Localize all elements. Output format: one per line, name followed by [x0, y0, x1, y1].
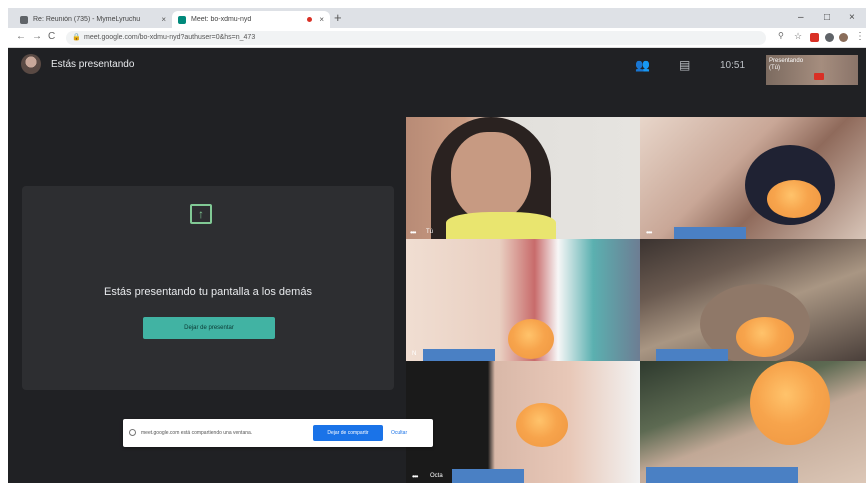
browser-window: Re: Reunión (735) - MymeLyruchu × Meet: …: [8, 8, 866, 483]
address-bar[interactable]: 🔒 meet.google.com/bo-xdmu-nyd?authuser=0…: [66, 31, 766, 45]
maximize-button[interactable]: □: [824, 12, 830, 23]
bookmark-star-icon[interactable]: ☆: [794, 31, 802, 42]
stop-sharing-button[interactable]: Dejar de compartir: [313, 425, 383, 441]
present-screen-icon: ↑: [190, 204, 212, 224]
presenting-title: Estás presentando: [51, 59, 135, 70]
participant-tile[interactable]: •••: [640, 117, 866, 239]
participant-name: Tú: [426, 229, 434, 235]
screen-share-notification: meet.google.com está compartiendo una ve…: [123, 419, 433, 447]
blurred-face: [750, 361, 830, 445]
navigation-bar: ← → C 🔒 meet.google.com/bo-xdmu-nyd?auth…: [8, 28, 866, 48]
redacted-name: [646, 467, 798, 483]
back-button[interactable]: ←: [16, 31, 26, 42]
presenting-message: Estás presentando tu pantalla a los demá…: [104, 286, 312, 298]
participant-scarf: [446, 212, 556, 239]
mail-favicon-icon: [20, 15, 28, 24]
audio-level-icon: •••: [410, 228, 416, 237]
url-text: meet.google.com/bo-xdmu-nyd?authuser=0&h…: [84, 34, 256, 41]
chat-icon[interactable]: ▤: [679, 58, 690, 72]
key-icon[interactable]: ⚲: [778, 31, 784, 40]
browser-tab-meet[interactable]: Meet: bo-xdmu-nyd ×: [172, 11, 330, 28]
self-preview[interactable]: Presentando (Tú): [766, 55, 858, 85]
new-tab-button[interactable]: +: [334, 11, 342, 24]
participant-tile[interactable]: ••• Tú: [406, 117, 640, 239]
redacted-name: [423, 349, 495, 361]
participant-name: N: [412, 351, 417, 357]
info-icon: [129, 429, 136, 436]
menu-kebab-icon[interactable]: ⋮: [855, 31, 865, 42]
extension-icon[interactable]: [825, 33, 834, 42]
participant-tile[interactable]: [640, 361, 866, 483]
recording-indicator-icon: [307, 17, 313, 22]
hide-notice-link[interactable]: Ocultar: [391, 430, 407, 436]
lock-icon: 🔒: [72, 34, 81, 41]
meet-favicon-icon: [178, 15, 186, 24]
blurred-face: [516, 403, 568, 447]
extension-icon[interactable]: [810, 33, 819, 42]
tab-title: Meet: bo-xdmu-nyd: [191, 16, 252, 23]
participant-tile[interactable]: ••• Octa: [406, 361, 640, 483]
tab-title: Re: Reunión (735) - MymeLyruchu: [33, 16, 141, 23]
self-preview-label: Presentando (Tú): [769, 58, 804, 71]
forward-button[interactable]: →: [32, 31, 42, 42]
participant-tile[interactable]: N: [406, 239, 640, 361]
profile-avatar-icon[interactable]: [839, 33, 848, 42]
participant-face: [451, 132, 531, 222]
participant-tile[interactable]: [640, 239, 866, 361]
clock: 10:51: [720, 60, 746, 71]
tab-strip: Re: Reunión (735) - MymeLyruchu × Meet: …: [8, 8, 866, 28]
close-tab-icon[interactable]: ×: [319, 15, 324, 24]
redacted-name: [452, 469, 524, 483]
people-icon[interactable]: 👥: [635, 58, 650, 72]
browser-tab-mail[interactable]: Re: Reunión (735) - MymeLyruchu ×: [14, 11, 172, 28]
stop-presenting-icon[interactable]: [814, 73, 824, 80]
participant-name: Octa: [430, 473, 443, 479]
close-window-button[interactable]: ×: [849, 12, 855, 23]
close-tab-icon[interactable]: ×: [161, 15, 166, 24]
audio-level-icon: •••: [646, 228, 652, 237]
redacted-name: [674, 227, 746, 239]
redacted-name: [656, 349, 728, 361]
minimize-button[interactable]: –: [798, 12, 804, 23]
reload-button[interactable]: C: [48, 31, 55, 42]
audio-level-icon: •••: [412, 472, 418, 481]
meet-header: Estás presentando 👥 ▤ 10:51 Presentando …: [8, 48, 866, 85]
avatar: [21, 54, 41, 74]
blurred-face: [767, 180, 821, 218]
share-notice-text: meet.google.com está compartiendo una ve…: [141, 430, 253, 436]
blurred-face: [736, 317, 794, 357]
stop-presenting-button[interactable]: Dejar de presentar: [143, 317, 275, 339]
blurred-face: [508, 319, 554, 359]
